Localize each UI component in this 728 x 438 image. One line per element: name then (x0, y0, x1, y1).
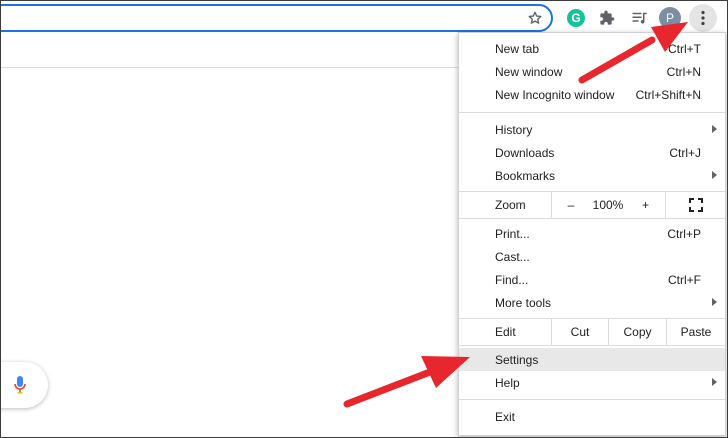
menu-item-label: Help (495, 375, 520, 390)
menu-item-settings[interactable]: Settings (459, 348, 725, 371)
menu-item-label: More tools (495, 295, 552, 310)
submenu-arrow-icon (712, 298, 717, 306)
zoom-out-button[interactable]: – (551, 192, 590, 218)
menu-item-label: Exit (495, 409, 516, 424)
menu-item-shortcut: Ctrl+T (668, 41, 701, 56)
profile-button[interactable]: P (657, 5, 683, 31)
fullscreen-icon (688, 198, 703, 212)
zoom-in-button[interactable]: + (626, 192, 665, 218)
menu-separator (459, 112, 725, 113)
menu-item-shortcut: Ctrl+Shift+N (635, 87, 701, 102)
menu-item-label: History (495, 122, 533, 137)
menu-item-shortcut: Ctrl+N (666, 64, 701, 79)
profile-avatar: P (659, 7, 681, 29)
submenu-arrow-icon (712, 125, 717, 133)
paste-button[interactable]: Paste (666, 319, 725, 345)
menu-item-print[interactable]: Print... Ctrl+P (459, 222, 725, 245)
submenu-arrow-icon (712, 378, 717, 386)
copy-button[interactable]: Copy (608, 319, 666, 345)
chrome-main-menu: New tab Ctrl+T New window Ctrl+N New Inc… (458, 32, 726, 436)
annotation-arrow-to-settings (343, 356, 470, 408)
fullscreen-button[interactable] (665, 192, 725, 218)
menu-separator (459, 345, 725, 346)
chrome-menu-button[interactable] (689, 4, 717, 32)
menu-item-label: New tab (495, 41, 540, 56)
menu-item-new-incognito-window[interactable]: New Incognito window Ctrl+Shift+N (459, 83, 725, 106)
menu-item-label: Bookmarks (495, 168, 556, 183)
menu-item-label: Print... (495, 226, 530, 241)
media-control-icon (632, 12, 647, 24)
zoom-label: Zoom (495, 198, 526, 212)
microphone-icon (14, 376, 26, 394)
menu-item-label: New window (495, 64, 563, 79)
edit-row: Edit Cut Copy Paste (459, 319, 725, 345)
menu-item-label: New Incognito window (495, 87, 615, 102)
zoom-level: 100% (592, 198, 624, 212)
menu-item-exit[interactable]: Exit (459, 405, 725, 428)
menu-item-label: Find... (495, 272, 529, 287)
menu-item-shortcut: Ctrl+P (667, 226, 701, 241)
toolbar-divider (0, 67, 458, 68)
menu-item-label: Downloads (495, 145, 555, 160)
menu-separator (459, 218, 725, 219)
more-vert-icon (701, 10, 705, 26)
zoom-row: Zoom – 100% + (459, 192, 725, 218)
menu-item-label: Cast... (495, 249, 530, 264)
menu-separator (459, 399, 725, 400)
extensions-button[interactable] (594, 5, 620, 31)
voice-search-button[interactable] (0, 362, 48, 408)
cut-button[interactable]: Cut (551, 319, 608, 345)
menu-item-new-tab[interactable]: New tab Ctrl+T (459, 37, 725, 60)
menu-item-shortcut: Ctrl+F (668, 272, 701, 287)
grammarly-extension-button[interactable]: G (563, 5, 589, 31)
menu-item-shortcut: Ctrl+J (669, 145, 701, 160)
address-bar[interactable] (0, 4, 553, 32)
menu-item-more-tools[interactable]: More tools (459, 291, 725, 314)
submenu-arrow-icon (712, 171, 717, 179)
menu-item-downloads[interactable]: Downloads Ctrl+J (459, 141, 725, 164)
media-control-button[interactable] (627, 5, 653, 31)
menu-item-find[interactable]: Find... Ctrl+F (459, 268, 725, 291)
grammarly-icon: G (567, 9, 585, 27)
puzzle-icon (600, 10, 615, 25)
bookmark-star-icon[interactable] (523, 7, 547, 29)
menu-item-bookmarks[interactable]: Bookmarks (459, 164, 725, 187)
menu-item-help[interactable]: Help (459, 371, 725, 394)
menu-item-cast[interactable]: Cast... (459, 245, 725, 268)
menu-item-label: Settings (495, 352, 539, 367)
menu-item-new-window[interactable]: New window Ctrl+N (459, 60, 725, 83)
menu-item-history[interactable]: History (459, 118, 725, 141)
edit-label: Edit (495, 325, 516, 339)
